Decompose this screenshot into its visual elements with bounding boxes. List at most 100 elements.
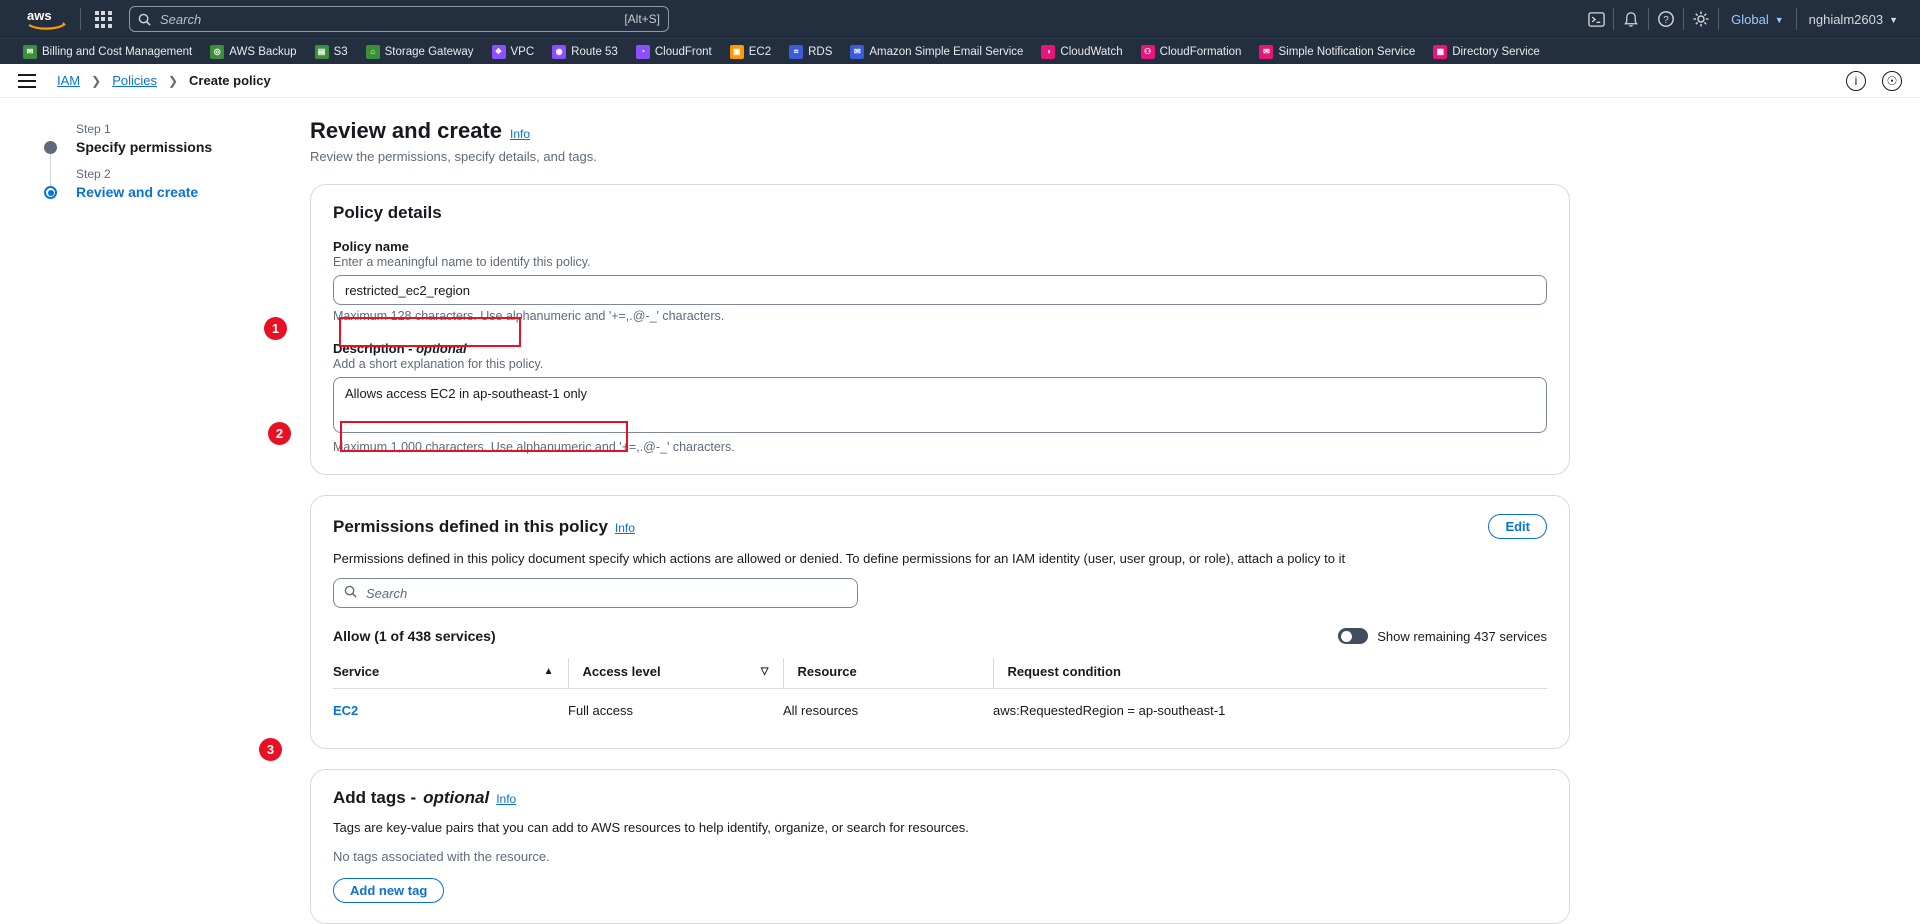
search-input[interactable] — [158, 10, 625, 28]
top-navigation-bar: aws [Alt+S] ? Global ▼ — [0, 0, 1920, 38]
svg-text:?: ? — [1663, 15, 1669, 26]
help-icon[interactable]: ? — [1649, 0, 1683, 38]
policy-description-label-text: Description - — [333, 341, 417, 356]
services-grid-icon[interactable] — [91, 7, 115, 31]
notifications-bell-icon[interactable] — [1614, 0, 1648, 38]
tags-title: Add tags - optional Info — [333, 788, 1547, 808]
favorite-label: Simple Notification Service — [1278, 45, 1416, 58]
toggle-label: Show remaining 437 services — [1377, 628, 1547, 644]
menu-hamburger-icon[interactable] — [18, 73, 36, 88]
tags-empty-text: No tags associated with the resource. — [333, 849, 550, 864]
favorite-item[interactable]: ◔ CloudFront — [627, 39, 721, 64]
tags-description: Tags are key-value pairs that you can ad… — [333, 820, 969, 835]
region-label: Global — [1731, 11, 1769, 27]
info-link[interactable]: Info — [496, 792, 516, 806]
column-header-resource[interactable]: Resource — [782, 658, 993, 689]
account-label: nghialm2603 — [1808, 11, 1884, 27]
favorite-label: VPC — [510, 45, 535, 58]
tags-title-text: Add tags - — [333, 788, 417, 807]
permissions-card-header: Permissions defined in this policy Info … — [333, 514, 1547, 539]
favorite-item[interactable]: ✉ Billing and Cost Management — [14, 39, 201, 64]
column-header-request-condition[interactable]: Request condition — [992, 658, 1547, 689]
favorite-item[interactable]: ✉ Amazon Simple Email Service — [841, 39, 1032, 64]
service-link[interactable]: EC2 — [333, 703, 358, 718]
allow-section-header: Allow (1 of 438 services) Show remaining… — [333, 628, 1547, 644]
info-circle-icon[interactable]: i — [1846, 70, 1866, 91]
account-menu[interactable]: nghialm2603 ▼ — [1797, 0, 1910, 38]
wizard-step-1[interactable]: Step 1 Specify permissions — [44, 122, 310, 190]
policy-name-label: Policy name — [333, 239, 409, 254]
info-link[interactable]: Info — [510, 127, 530, 141]
page-subtitle: Review the permissions, specify details,… — [310, 149, 597, 164]
wizard-steps-sidebar: Step 1 Specify permissions Step 2 Review… — [0, 98, 310, 919]
step-dot-active-icon — [44, 186, 57, 199]
permissions-search-input[interactable] — [364, 584, 847, 602]
page-title: Review and create Info — [310, 118, 1570, 144]
service-icon: ◉ — [552, 44, 567, 59]
show-remaining-services-toggle[interactable]: Show remaining 437 services — [1338, 628, 1547, 644]
favorite-item[interactable]: ◉ Route 53 — [543, 39, 627, 64]
cell-resource: All resources — [783, 703, 859, 718]
permissions-search-box[interactable] — [333, 578, 858, 608]
tags-card: Add tags - optional Info Tags are key-va… — [310, 769, 1570, 924]
favorite-item[interactable]: ✉ Simple Notification Service — [1250, 39, 1424, 64]
nav-divider — [80, 8, 81, 30]
global-search-box[interactable]: [Alt+S] — [129, 6, 669, 32]
policy-name-hint: Enter a meaningful name to identify this… — [333, 255, 591, 269]
breadcrumb-item-policies[interactable]: Policies — [112, 73, 157, 88]
table-header-row: Service ▲ Access level ▽ Resource Reques… — [333, 658, 1547, 689]
main-content: Review and create Info Review the permis… — [310, 98, 1610, 924]
service-icon: ◔ — [635, 44, 650, 59]
search-icon — [344, 585, 357, 601]
step-title: Review and create — [76, 184, 199, 200]
policy-name-input[interactable] — [333, 275, 1547, 305]
favorite-label: CloudWatch — [1060, 45, 1123, 58]
breadcrumb: IAM ❯ Policies ❯ Create policy — [57, 73, 271, 88]
policy-description-textarea[interactable] — [333, 377, 1547, 433]
column-label: Service — [333, 664, 380, 679]
favorite-item[interactable]: ▣ EC2 — [721, 39, 780, 64]
favorite-item[interactable]: ▤ S3 — [306, 39, 357, 64]
feedback-icon[interactable]: ☉ — [1882, 70, 1902, 91]
service-icon: ❖ — [491, 44, 506, 59]
permissions-card: Permissions defined in this policy Info … — [310, 495, 1570, 749]
breadcrumb-bar: IAM ❯ Policies ❯ Create policy i ☉ — [0, 64, 1920, 98]
cell-access-level: Full access — [568, 703, 634, 718]
policy-details-title: Policy details — [333, 203, 442, 222]
favorite-item[interactable]: ⌗ RDS — [780, 39, 841, 64]
service-icon: ◎ — [210, 44, 225, 59]
info-link[interactable]: Info — [615, 521, 635, 535]
chevron-down-icon: ▼ — [1889, 15, 1898, 25]
favorite-item[interactable]: ⚇ CloudFormation — [1132, 39, 1251, 64]
policy-description-hint: Add a short explanation for this policy. — [333, 357, 544, 371]
edit-permissions-button[interactable]: Edit — [1488, 514, 1547, 539]
permissions-table: Service ▲ Access level ▽ Resource Reques… — [333, 658, 1547, 728]
favorite-item[interactable]: ⌂ Storage Gateway — [357, 39, 483, 64]
column-header-access-level[interactable]: Access level ▽ — [567, 658, 783, 689]
column-header-service[interactable]: Service ▲ — [333, 658, 568, 689]
add-new-tag-button[interactable]: Add new tag — [333, 878, 445, 903]
favorite-item[interactable]: ◑ CloudWatch — [1032, 39, 1131, 64]
aws-logo[interactable]: aws — [24, 8, 70, 30]
sort-descending-icon: ▽ — [760, 666, 769, 677]
wizard-step-2[interactable]: Step 2 Review and create — [44, 167, 310, 200]
service-icon: ⚇ — [1140, 44, 1155, 59]
breadcrumb-item-iam[interactable]: IAM — [57, 73, 80, 88]
favorite-label: Billing and Cost Management — [42, 45, 193, 58]
favorite-label: EC2 — [748, 45, 772, 58]
step-number-label: Step 1 — [76, 122, 111, 136]
svg-text:aws: aws — [27, 8, 52, 23]
chevron-down-icon: ▼ — [1774, 15, 1784, 25]
favorite-item[interactable]: ▦ Directory Service — [1424, 39, 1549, 64]
table-row: EC2 Full access All resources aws:Reques… — [333, 689, 1547, 729]
settings-gear-icon[interactable] — [1684, 0, 1718, 38]
cell-request-condition: aws:RequestedRegion = ap-southeast-1 — [993, 703, 1226, 718]
step-dot-icon — [44, 141, 57, 154]
favorite-item[interactable]: ❖ VPC — [483, 39, 544, 64]
cloudshell-icon[interactable] — [1579, 0, 1613, 38]
region-selector[interactable]: Global ▼ — [1719, 0, 1796, 38]
annotation-badge-2: 2 — [268, 422, 291, 445]
favorites-bar: ✉ Billing and Cost Management ◎ AWS Backup ▤… — [0, 38, 1920, 64]
top-nav-right-group: ? Global ▼ nghialm2603 ▼ — [1579, 0, 1910, 38]
favorite-item[interactable]: ◎ AWS Backup — [201, 39, 305, 64]
